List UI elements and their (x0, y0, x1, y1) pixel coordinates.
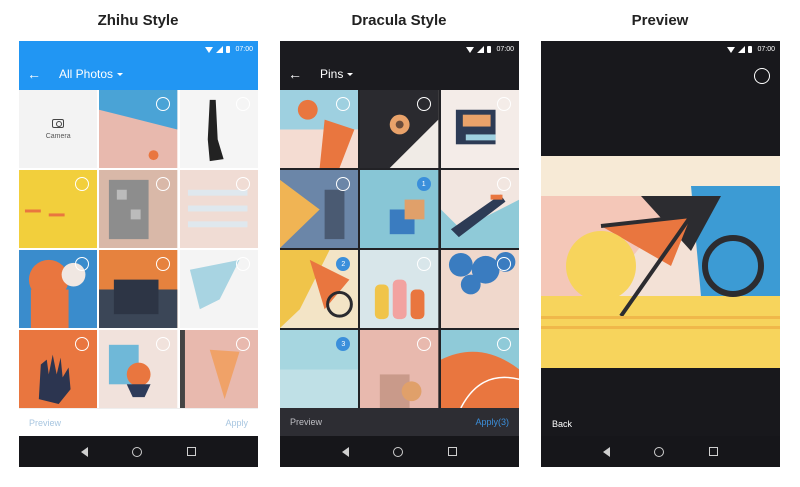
select-circle-icon[interactable] (155, 257, 170, 271)
photo-tile[interactable] (99, 90, 178, 168)
dropdown-caret-icon (117, 73, 124, 77)
photo-tile[interactable] (280, 170, 359, 248)
album-name: Pins (320, 67, 344, 81)
select-circle-icon[interactable] (416, 337, 431, 351)
photo-tile[interactable]: 2 (280, 250, 359, 328)
system-nav-bar (19, 436, 258, 467)
select-circle-icon[interactable] (416, 257, 431, 271)
photo-tile[interactable] (360, 250, 439, 328)
status-time: 07:00 (496, 46, 514, 53)
photo-tile[interactable] (360, 90, 439, 168)
photo-tile[interactable] (19, 250, 98, 328)
photo-tile[interactable] (19, 330, 98, 408)
select-circle-icon[interactable] (497, 97, 511, 111)
camera-icon (52, 118, 65, 128)
album-selector[interactable]: Pins (320, 67, 354, 81)
apply-button[interactable]: Apply (225, 418, 248, 428)
wifi-icon (466, 46, 475, 53)
select-circle-icon[interactable] (497, 257, 511, 271)
title-preview: Preview (631, 12, 689, 29)
preview-button[interactable]: Preview (290, 417, 322, 427)
battery-icon (226, 46, 231, 53)
photo-tile[interactable] (179, 170, 258, 248)
phone-preview: 07:00 Back (541, 41, 780, 467)
select-circle-icon[interactable] (155, 337, 170, 351)
nav-home-icon[interactable] (393, 446, 404, 457)
photo-tile[interactable] (99, 250, 178, 328)
signal-icon (216, 46, 224, 53)
nav-back-icon[interactable] (81, 446, 89, 457)
photo-tile[interactable] (99, 330, 178, 408)
select-circle-icon[interactable] (236, 257, 250, 271)
status-bar: 07:00 (19, 41, 258, 58)
photo-tile[interactable] (440, 250, 519, 328)
photo-tile[interactable] (360, 330, 439, 408)
photo-tile[interactable] (19, 170, 98, 248)
photo-grid: 1 2 3 (280, 90, 519, 408)
phone-dracula: 07:00 ← Pins 1 2 3 Preview Apply(3) (280, 41, 519, 467)
preview-image[interactable] (541, 156, 780, 368)
select-circle-icon[interactable] (155, 177, 170, 191)
photo-tile[interactable] (179, 90, 258, 168)
bottom-action-bar: Preview Apply(3) (280, 408, 519, 436)
photo-tile[interactable] (440, 170, 519, 248)
back-button[interactable]: Back (552, 419, 572, 429)
select-circle-icon[interactable] (236, 337, 250, 351)
photo-tile[interactable] (179, 250, 258, 328)
system-nav-bar (280, 436, 519, 467)
battery-icon (487, 46, 492, 53)
battery-icon (748, 46, 753, 53)
phone-zhihu: 07:00 ← All Photos Camera Preview Apply (19, 41, 258, 467)
photo-tile[interactable] (440, 330, 519, 408)
photo-tile[interactable] (440, 90, 519, 168)
nav-recents-icon[interactable] (186, 447, 196, 456)
nav-recents-icon[interactable] (708, 447, 718, 456)
system-nav-bar (541, 436, 780, 467)
select-circle-icon[interactable] (236, 97, 250, 111)
nav-home-icon[interactable] (654, 446, 665, 457)
preview-button[interactable]: Preview (29, 418, 61, 428)
photo-tile[interactable] (280, 90, 359, 168)
bottom-action-bar: Preview Apply (19, 408, 258, 436)
toolbar: ← Pins (280, 58, 519, 90)
nav-home-icon[interactable] (132, 446, 143, 457)
camera-label: Camera (45, 132, 71, 140)
status-bar: 07:00 (280, 41, 519, 58)
signal-icon (477, 46, 485, 53)
status-time: 07:00 (235, 46, 253, 53)
select-circle-icon[interactable] (754, 68, 770, 84)
nav-back-icon[interactable] (342, 446, 350, 457)
back-arrow-icon[interactable]: ← (19, 66, 49, 82)
wifi-icon (205, 46, 214, 53)
wifi-icon (727, 46, 736, 53)
select-circle-icon[interactable] (497, 177, 511, 191)
toolbar: ← All Photos (19, 58, 258, 90)
photo-tile[interactable]: 1 (360, 170, 439, 248)
photo-tile[interactable] (99, 170, 178, 248)
photo-grid: Camera (19, 90, 258, 408)
select-badge[interactable]: 1 (416, 177, 431, 191)
select-circle-icon[interactable] (497, 337, 511, 351)
nav-recents-icon[interactable] (447, 447, 457, 456)
select-circle-icon[interactable] (416, 97, 431, 111)
signal-icon (738, 46, 746, 53)
camera-tile[interactable]: Camera (19, 90, 98, 168)
album-name: All Photos (59, 67, 114, 81)
title-dracula-style: Dracula Style (351, 12, 447, 29)
select-circle-icon[interactable] (236, 177, 250, 191)
status-bar: 07:00 (541, 41, 780, 58)
back-arrow-icon[interactable]: ← (280, 66, 310, 82)
photo-tile[interactable]: 3 (280, 330, 359, 408)
apply-button[interactable]: Apply(3) (475, 417, 509, 427)
status-time: 07:00 (757, 46, 775, 53)
select-circle-icon[interactable] (155, 97, 170, 111)
title-zhihu-style: Zhihu Style (97, 12, 179, 29)
album-selector[interactable]: All Photos (59, 67, 124, 81)
photo-tile[interactable] (179, 330, 258, 408)
nav-back-icon[interactable] (603, 446, 611, 457)
dropdown-caret-icon (347, 73, 354, 77)
